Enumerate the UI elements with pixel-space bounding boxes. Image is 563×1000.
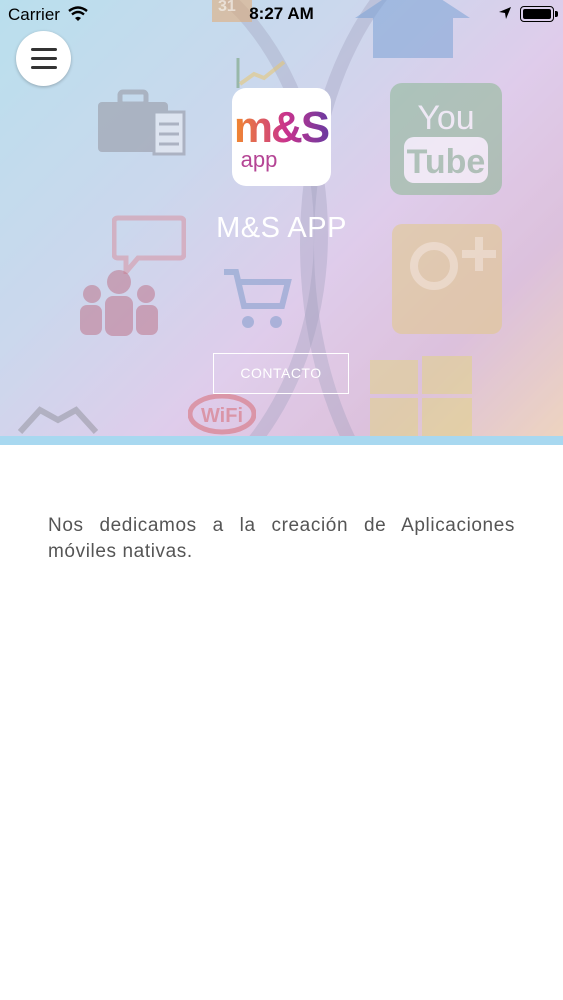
battery-icon	[520, 6, 558, 22]
app-title: M&S APP	[216, 212, 347, 244]
status-time: 8:27 AM	[249, 4, 314, 23]
logo-text-bottom: app	[241, 147, 278, 172]
location-arrow-icon	[499, 7, 511, 19]
app-logo: m&S app	[232, 88, 331, 186]
contact-button[interactable]: CONTACTO	[213, 353, 349, 394]
hamburger-line	[31, 48, 57, 51]
hamburger-line	[31, 66, 57, 69]
status-bar: Carrier 8:27 AM	[0, 0, 563, 30]
app-logo-mark: m&S app	[234, 103, 331, 172]
menu-button[interactable]	[16, 31, 71, 86]
hamburger-line	[31, 57, 57, 60]
logo-text-top: m&S	[234, 103, 329, 152]
description-text: Nos dedicamos a la creación de Aplicacio…	[48, 515, 515, 562]
accent-divider	[0, 436, 563, 445]
